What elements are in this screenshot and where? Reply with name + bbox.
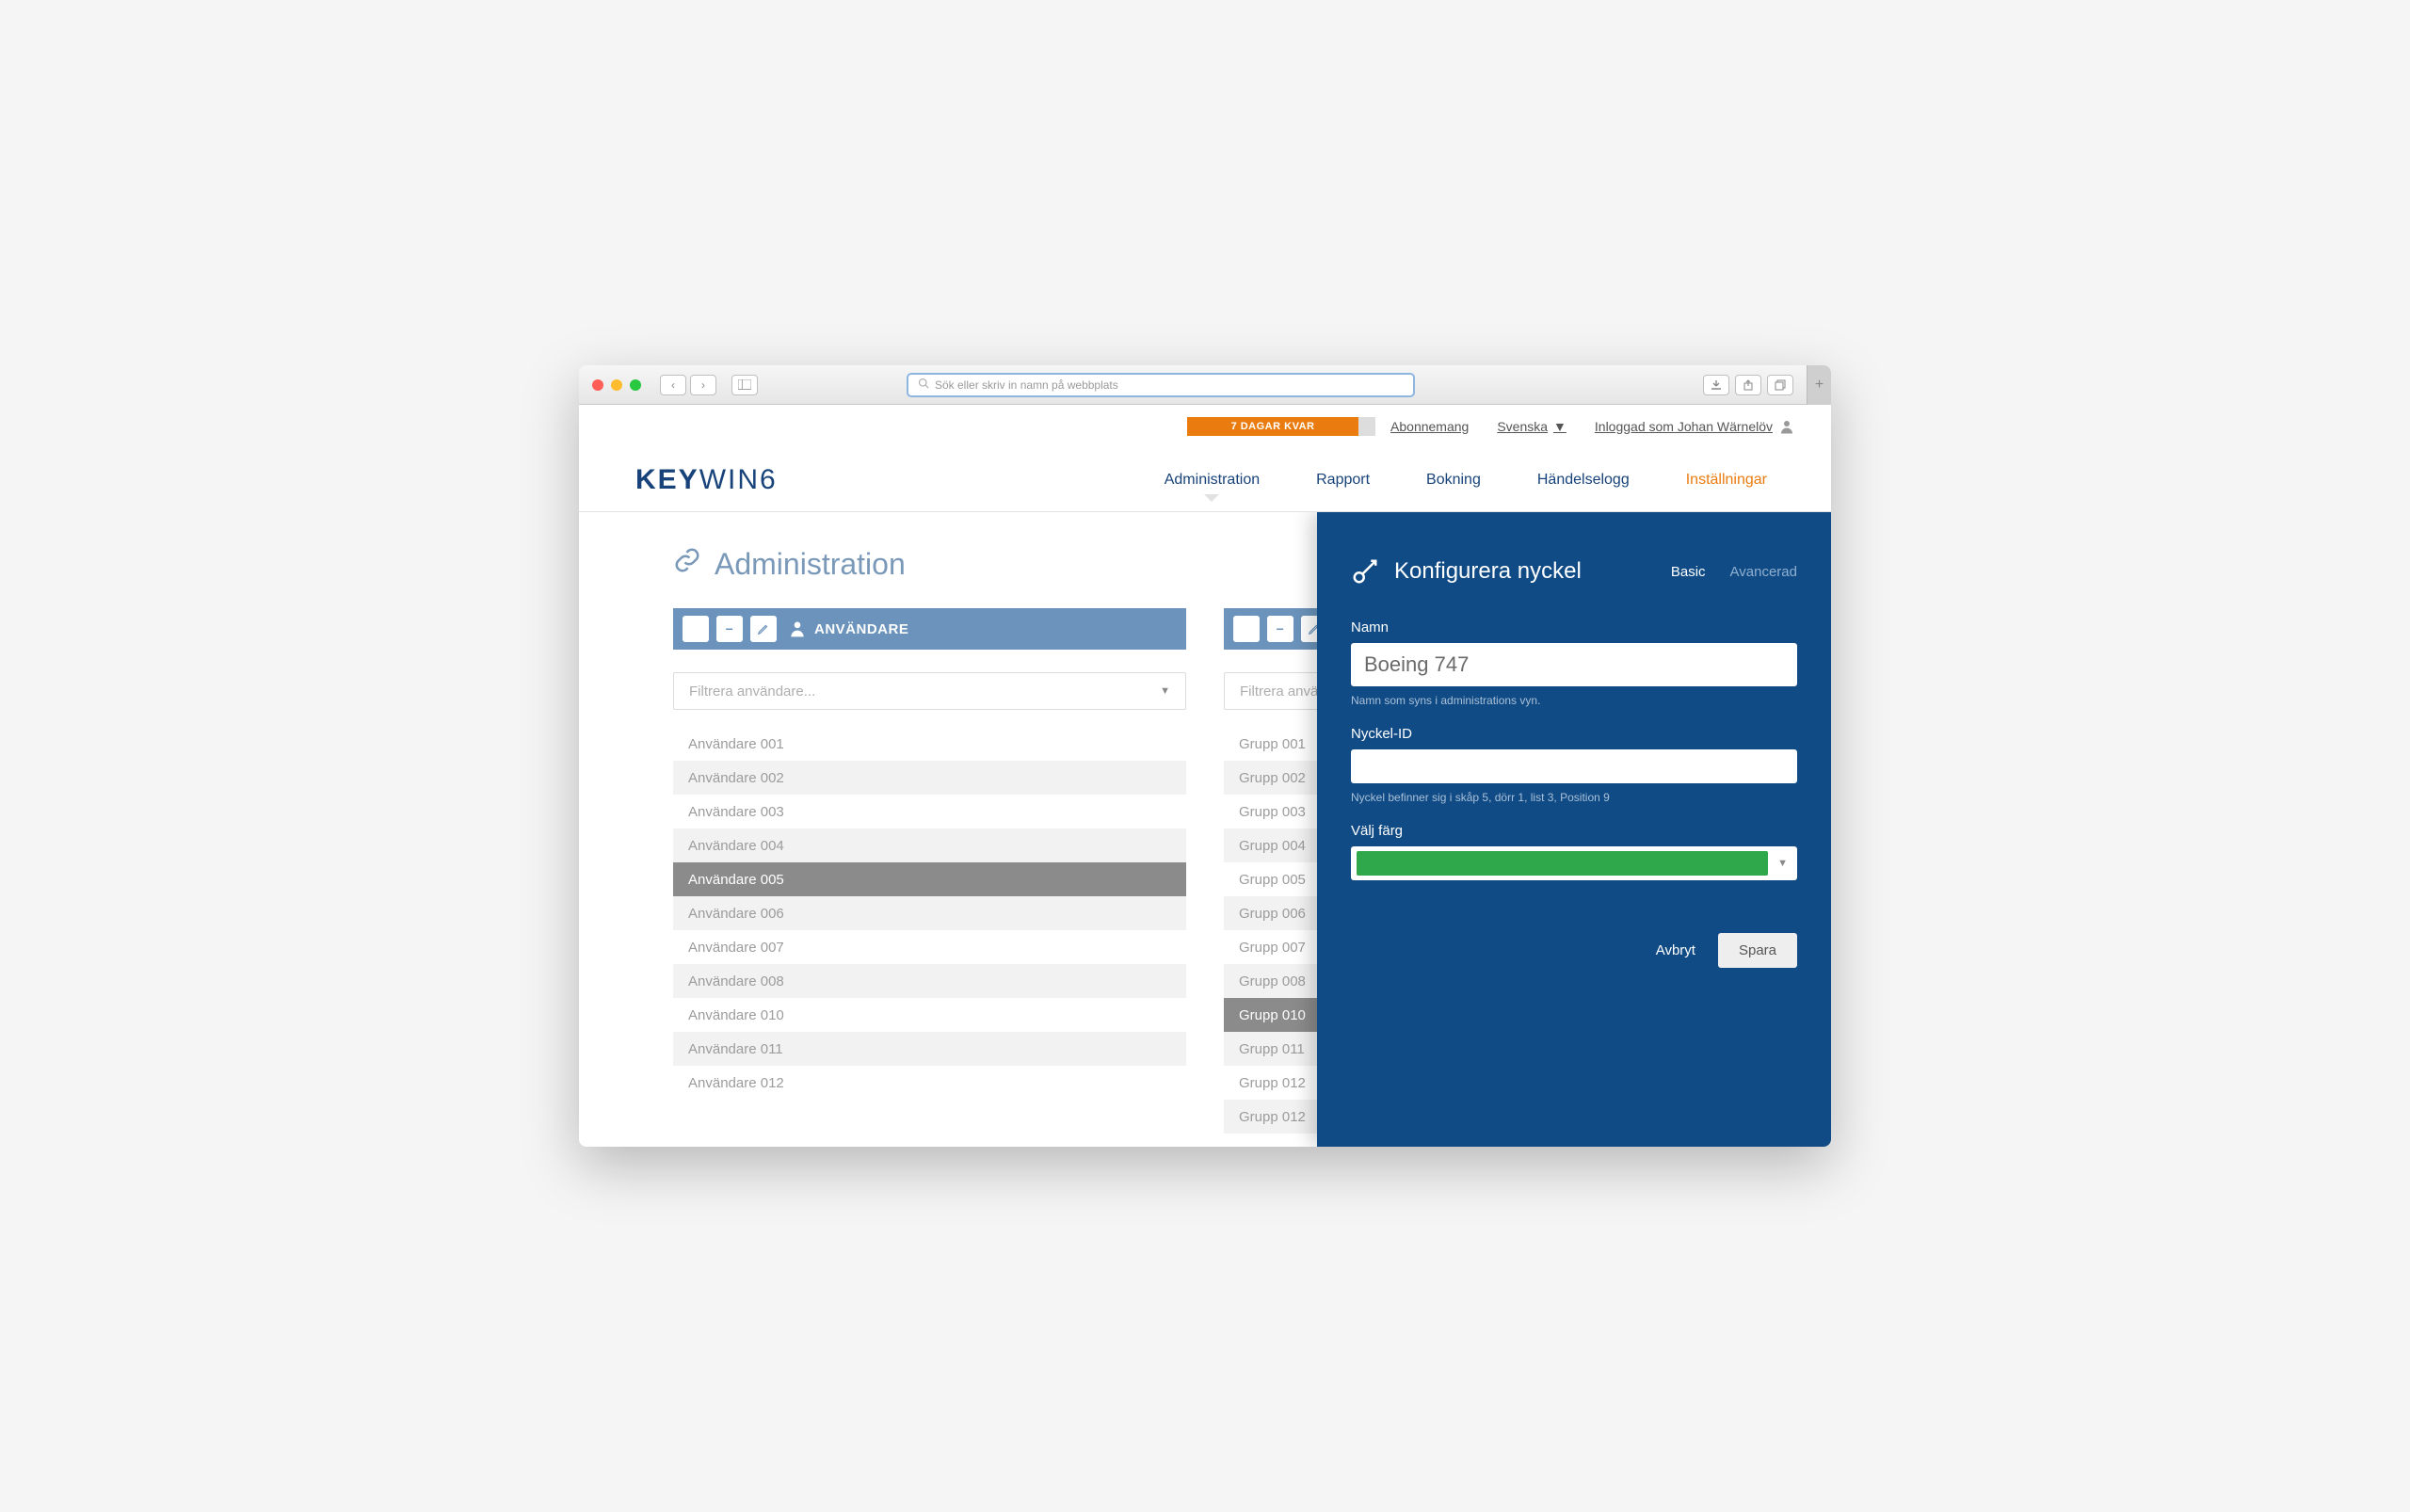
name-label: Namn [1351, 619, 1797, 635]
groups-add-button[interactable] [1233, 616, 1260, 642]
list-item[interactable]: Användare 005 [673, 862, 1186, 896]
users-list: Användare 001Användare 002Användare 003A… [673, 727, 1186, 1100]
color-label: Välj färg [1351, 823, 1797, 839]
cancel-button[interactable]: Avbryt [1656, 942, 1695, 958]
fullscreen-window-icon[interactable] [630, 379, 641, 391]
nav-handelselogg[interactable]: Händelselogg [1537, 472, 1630, 489]
close-window-icon[interactable] [592, 379, 603, 391]
configure-key-panel: Konfigurera nyckel Basic Avancerad Namn … [1317, 512, 1831, 1147]
subscription-link[interactable]: Abonnemang [1390, 419, 1469, 434]
chevron-down-icon: ▼ [1553, 419, 1566, 434]
id-hint: Nyckel befinner sig i skåp 5, dörr 1, li… [1351, 791, 1797, 804]
list-item[interactable]: Användare 010 [673, 998, 1186, 1032]
new-tab-button[interactable]: + [1807, 365, 1831, 405]
address-bar[interactable]: Sök eller skriv in namn på webbplats [907, 373, 1415, 397]
share-button[interactable] [1735, 375, 1761, 395]
name-input[interactable] [1351, 643, 1797, 686]
id-label: Nyckel-ID [1351, 726, 1797, 742]
panel-header: Konfigurera nyckel Basic Avancerad [1351, 557, 1797, 586]
search-icon [918, 378, 929, 392]
list-item[interactable]: Användare 007 [673, 930, 1186, 964]
list-item[interactable]: Användare 004 [673, 828, 1186, 862]
back-button[interactable]: ‹ [660, 375, 686, 395]
nav-administration[interactable]: Administration [1165, 472, 1260, 489]
list-item[interactable]: Användare 011 [673, 1032, 1186, 1066]
tabs-button[interactable] [1767, 375, 1793, 395]
user-label: Inloggad som Johan Wärnelöv [1595, 419, 1773, 434]
sidebar-toggle-button[interactable] [731, 375, 758, 395]
users-add-button[interactable] [683, 616, 709, 642]
logo-bold: KEY [635, 464, 699, 495]
users-filter-placeholder: Filtrera användare... [689, 684, 815, 700]
language-selector[interactable]: Svenska ▼ [1497, 419, 1566, 434]
chevron-down-icon: ▼ [1777, 858, 1788, 869]
logo: KEYWIN6 [635, 464, 778, 496]
id-input[interactable] [1351, 749, 1797, 783]
window-controls [592, 379, 641, 391]
users-edit-button[interactable] [750, 616, 777, 642]
logo-rest: WIN6 [699, 464, 778, 495]
page-title-text: Administration [715, 547, 906, 582]
users-filter[interactable]: Filtrera användare... ▼ [673, 672, 1186, 710]
avatar-icon [1778, 418, 1795, 435]
color-picker[interactable]: ▼ [1351, 846, 1797, 880]
panel-actions: Avbryt Spara [1351, 933, 1797, 968]
users-column-header: − ANVÄNDARE [673, 608, 1186, 650]
list-item[interactable]: Användare 002 [673, 761, 1186, 795]
list-item[interactable]: Användare 003 [673, 795, 1186, 828]
trial-badge: 7 DAGAR KVAR [1187, 417, 1375, 436]
list-item[interactable]: Användare 006 [673, 896, 1186, 930]
field-color: Välj färg ▼ [1351, 823, 1797, 880]
current-user-link[interactable]: Inloggad som Johan Wärnelöv [1595, 418, 1795, 435]
address-placeholder: Sök eller skriv in namn på webbplats [935, 378, 1118, 392]
user-icon [788, 619, 807, 638]
key-icon [1351, 557, 1379, 586]
forward-button[interactable]: › [690, 375, 716, 395]
groups-remove-button[interactable]: − [1267, 616, 1293, 642]
main-nav: Administration Rapport Bokning Händelsel… [1165, 472, 1767, 489]
tab-basic[interactable]: Basic [1671, 564, 1706, 580]
color-swatch [1357, 851, 1768, 876]
save-button[interactable]: Spara [1718, 933, 1797, 968]
list-item[interactable]: Användare 001 [673, 727, 1186, 761]
list-item[interactable]: Användare 012 [673, 1066, 1186, 1100]
panel-title: Konfigurera nyckel [1394, 558, 1656, 585]
account-strip: 7 DAGAR KVAR Abonnemang Svenska ▼ Inlogg… [579, 405, 1831, 448]
users-column: − ANVÄNDARE Filtrera användare... ▼ Anv [673, 608, 1186, 1134]
language-label: Svenska [1497, 419, 1548, 434]
panel-tabs: Basic Avancerad [1671, 564, 1797, 580]
users-remove-button[interactable]: − [716, 616, 743, 642]
field-id: Nyckel-ID Nyckel befinner sig i skåp 5, … [1351, 726, 1797, 804]
nav-rapport[interactable]: Rapport [1316, 472, 1370, 489]
users-heading: ANVÄNDARE [814, 621, 908, 637]
downloads-button[interactable] [1703, 375, 1729, 395]
list-item[interactable]: Användare 008 [673, 964, 1186, 998]
content-area: Administration − ANVÄNDARE [579, 512, 1831, 1147]
nav-installningar[interactable]: Inställningar [1686, 472, 1767, 489]
field-name: Namn Namn som syns i administrations vyn… [1351, 619, 1797, 707]
name-hint: Namn som syns i administrations vyn. [1351, 694, 1797, 707]
trial-bar: 7 DAGAR KVAR Abonnemang [1187, 417, 1469, 436]
chevron-down-icon: ▼ [1160, 685, 1170, 697]
browser-titlebar: ‹ › Sök eller skriv in namn på webbplats… [579, 365, 1831, 405]
minimize-window-icon[interactable] [611, 379, 622, 391]
tab-advanced[interactable]: Avancerad [1730, 564, 1797, 580]
nav-bokning[interactable]: Bokning [1426, 472, 1481, 489]
link-icon [673, 546, 701, 582]
brand-row: KEYWIN6 Administration Rapport Bokning H… [579, 448, 1831, 512]
titlebar-right [1703, 375, 1793, 395]
browser-nav-buttons: ‹ › [660, 375, 716, 395]
browser-window: ‹ › Sök eller skriv in namn på webbplats… [579, 365, 1831, 1147]
